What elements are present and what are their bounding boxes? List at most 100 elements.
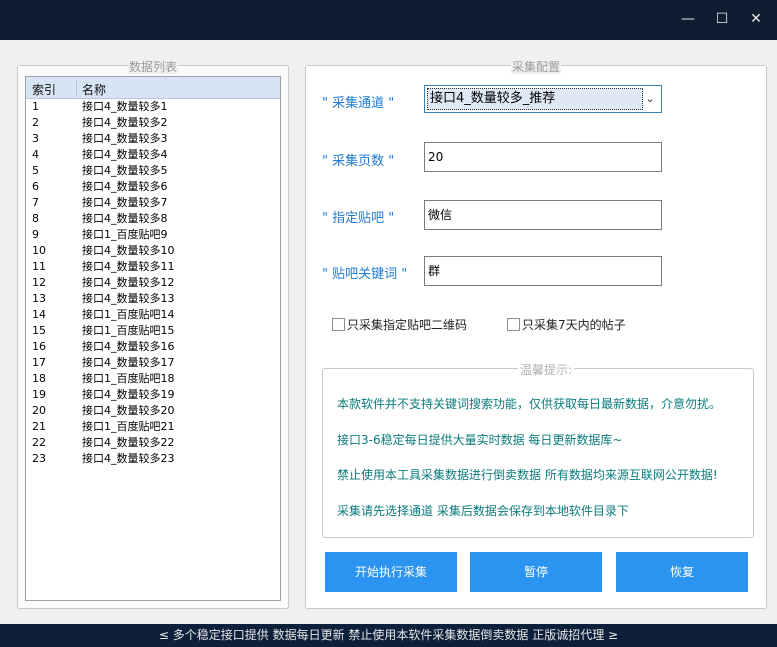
tip-line: 本款软件并不支持关键词搜索功能，仅供获取每日最新数据，介意勿扰。	[337, 397, 722, 411]
row-index: 2	[32, 116, 39, 129]
row-index: 3	[32, 132, 39, 145]
row-name: 接口1_百度贴吧9	[82, 228, 168, 241]
table-row[interactable]: 9 接口1_百度贴吧9	[26, 227, 280, 243]
window-title	[80, 10, 320, 28]
table-row[interactable]: 23 接口4_数量较多23	[26, 451, 280, 467]
row-index: 15	[32, 324, 46, 337]
table-row[interactable]: 22 接口4_数量较多22	[26, 435, 280, 451]
row-name: 接口4_数量较多1	[82, 100, 168, 113]
row-name: 接口4_数量较多12	[82, 276, 175, 289]
tips-title: 温馨提示:	[517, 363, 575, 377]
pages-label: " 采集页数 "	[322, 154, 395, 169]
table-row[interactable]: 17 接口4_数量较多17	[26, 355, 280, 371]
channel-select-value: 接口4_数量较多_推荐	[427, 88, 643, 110]
tip-line: 禁止使用本工具采集数据进行倒卖数据 所有数据均来源互联网公开数据!	[337, 468, 718, 482]
row-name: 接口4_数量较多8	[82, 212, 168, 225]
table-row[interactable]: 16 接口4_数量较多16	[26, 339, 280, 355]
table-row[interactable]: 21 接口1_百度贴吧21	[26, 419, 280, 435]
row-name: 接口1_百度贴吧15	[82, 324, 175, 337]
row-index: 19	[32, 388, 46, 401]
row-name: 接口4_数量较多23	[82, 452, 175, 465]
row-index: 13	[32, 292, 46, 305]
channel-select[interactable]: 接口4_数量较多_推荐 ⌄	[424, 85, 662, 113]
table-row[interactable]: 8 接口4_数量较多8	[26, 211, 280, 227]
row-name: 接口1_百度贴吧14	[82, 308, 175, 321]
row-index: 5	[32, 164, 39, 177]
start-button[interactable]: 开始执行采集	[325, 552, 457, 592]
column-header-index[interactable]: 索引	[32, 81, 56, 98]
table-row[interactable]: 7 接口4_数量较多7	[26, 195, 280, 211]
data-list-title: 数据列表	[127, 60, 178, 74]
row-name: 接口4_数量较多5	[82, 164, 168, 177]
pages-input[interactable]: 20	[424, 142, 662, 172]
row-name: 接口4_数量较多19	[82, 388, 175, 401]
table-row[interactable]: 13 接口4_数量较多13	[26, 291, 280, 307]
row-name: 接口4_数量较多3	[82, 132, 168, 145]
row-name: 接口4_数量较多17	[82, 356, 175, 369]
row-name: 接口4_数量较多16	[82, 340, 175, 353]
pause-button[interactable]: 暂停	[470, 552, 602, 592]
status-bar: ≤ 多个稳定接口提供 数据每日更新 禁止使用本软件采集数据倒卖数据 正版诚招代理…	[0, 624, 777, 647]
forum-input[interactable]: 微信	[424, 200, 662, 230]
keyword-label: " 贴吧关键词 "	[322, 267, 408, 282]
row-name: 接口4_数量较多13	[82, 292, 175, 305]
row-index: 8	[32, 212, 39, 225]
table-row[interactable]: 4 接口4_数量较多4	[26, 147, 280, 163]
row-name: 接口4_数量较多11	[82, 260, 175, 273]
table-row[interactable]: 2 接口4_数量较多2	[26, 115, 280, 131]
table-row[interactable]: 11 接口4_数量较多11	[26, 259, 280, 275]
row-index: 6	[32, 180, 39, 193]
row-index: 16	[32, 340, 46, 353]
checkbox-7days[interactable]	[507, 318, 520, 331]
table-row[interactable]: 10 接口4_数量较多10	[26, 243, 280, 259]
row-index: 21	[32, 420, 46, 433]
table-row[interactable]: 5 接口4_数量较多5	[26, 163, 280, 179]
table-row[interactable]: 19 接口4_数量较多19	[26, 387, 280, 403]
row-name: 接口4_数量较多20	[82, 404, 175, 417]
data-listview[interactable]: 索引 名称 1 接口4_数量较多1 2 接口4_数量较多2 3 接口4_数量较多3 4 接口4…	[25, 76, 281, 601]
check-qr-label: 只采集指定贴吧二维码	[347, 318, 468, 332]
row-name: 接口4_数量较多2	[82, 116, 168, 129]
row-name: 接口1_百度贴吧18	[82, 372, 175, 385]
column-header-name[interactable]: 名称	[82, 81, 106, 98]
config-group: 采集配置 " 采集通道 " 接口4_数量较多_推荐 ⌄ " 采集页数 " 20 …	[305, 60, 767, 609]
row-index: 9	[32, 228, 39, 241]
table-row[interactable]: 15 接口1_百度贴吧15	[26, 323, 280, 339]
row-index: 1	[32, 100, 39, 113]
column-separator[interactable]	[76, 79, 77, 97]
config-title: 采集配置	[510, 60, 561, 74]
resume-button[interactable]: 恢复	[616, 552, 748, 592]
row-index: 7	[32, 196, 39, 209]
table-row[interactable]: 12 接口4_数量较多12	[26, 275, 280, 291]
row-name: 接口4_数量较多7	[82, 196, 168, 209]
row-index: 4	[32, 148, 39, 161]
row-index: 22	[32, 436, 46, 449]
chevron-down-icon[interactable]: ⌄	[643, 90, 657, 108]
row-index: 18	[32, 372, 46, 385]
table-row[interactable]: 3 接口4_数量较多3	[26, 131, 280, 147]
minimize-icon[interactable]: —	[676, 8, 700, 30]
tip-line: 采集请先选择通道 采集后数据会保存到本地软件目录下	[337, 504, 629, 518]
row-name: 接口4_数量较多22	[82, 436, 175, 449]
table-row[interactable]: 20 接口4_数量较多20	[26, 403, 280, 419]
table-row[interactable]: 6 接口4_数量较多6	[26, 179, 280, 195]
title-bar: — ☐ ✕	[0, 0, 777, 40]
row-name: 接口4_数量较多10	[82, 244, 175, 257]
check-7days-label: 只采集7天内的帖子	[522, 318, 626, 332]
close-icon[interactable]: ✕	[744, 8, 768, 30]
data-list-group: 数据列表 索引 名称 1 接口4_数量较多1 2 接口4_数量较多2 3 接口4_数量较多…	[17, 60, 289, 609]
table-row[interactable]: 14 接口1_百度贴吧14	[26, 307, 280, 323]
row-name: 接口1_百度贴吧21	[82, 420, 175, 433]
table-row[interactable]: 18 接口1_百度贴吧18	[26, 371, 280, 387]
keyword-input[interactable]: 群	[424, 256, 662, 286]
checkbox-qr[interactable]	[332, 318, 345, 331]
channel-label: " 采集通道 "	[322, 96, 395, 111]
row-index: 12	[32, 276, 46, 289]
table-row[interactable]: 1 接口4_数量较多1	[26, 99, 280, 115]
forum-label: " 指定贴吧 "	[322, 211, 395, 226]
maximize-icon[interactable]: ☐	[710, 8, 734, 30]
check-7days[interactable]: 只采集7天内的帖子	[507, 316, 626, 333]
row-index: 17	[32, 356, 46, 369]
check-qr-only[interactable]: 只采集指定贴吧二维码	[332, 316, 467, 333]
listview-body: 1 接口4_数量较多1 2 接口4_数量较多2 3 接口4_数量较多3 4 接口4_数量较多4…	[26, 99, 280, 467]
